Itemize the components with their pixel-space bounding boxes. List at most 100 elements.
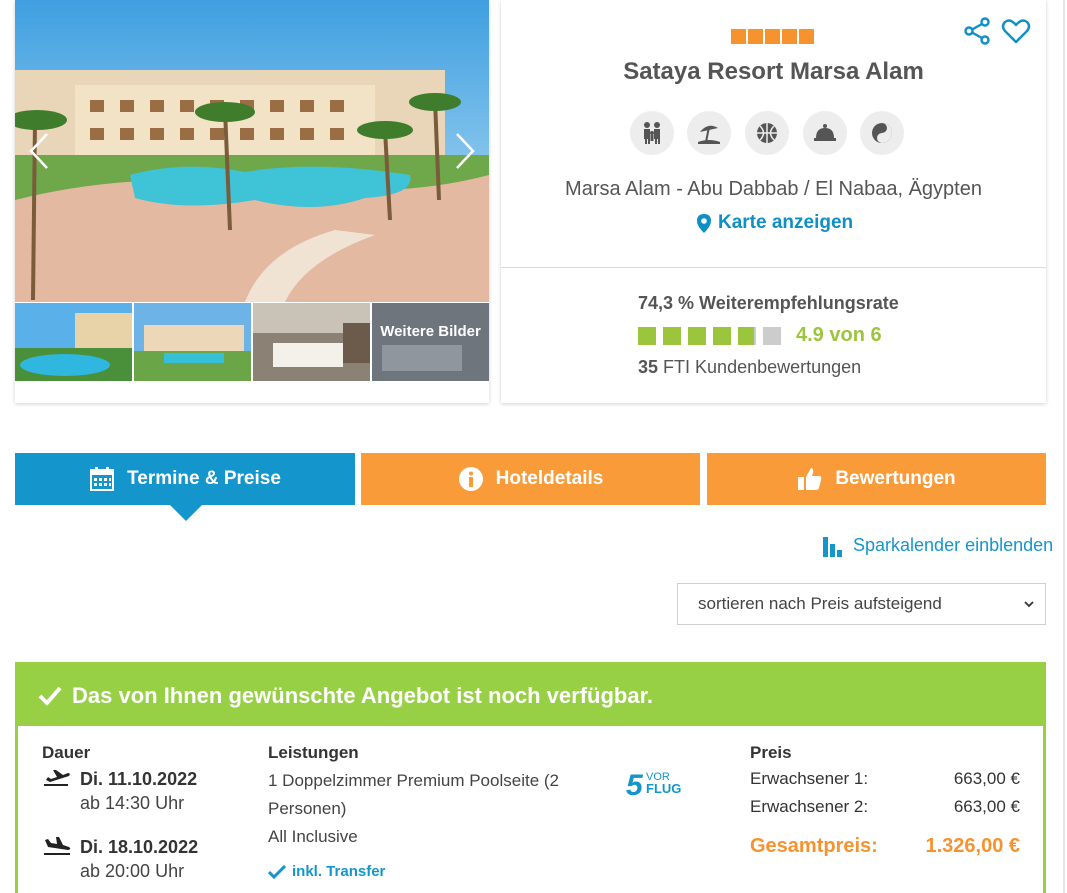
outbound-time: ab 14:30 Uhr <box>80 793 185 813</box>
thumbnail-strip: Weitere Bilder <box>15 303 489 381</box>
tab-reviews-label: Bewertungen <box>835 468 956 489</box>
sports-ball-icon <box>757 123 777 143</box>
rating-score: 4.9 von 6 <box>796 324 882 346</box>
hotel-star-icon <box>799 29 814 44</box>
amenity-sports <box>745 111 789 155</box>
tab-hotel-details-label: Hoteldetails <box>495 468 604 489</box>
info-icon <box>458 467 483 491</box>
return-date: Di. 18.10.2022 <box>80 837 199 857</box>
info-divider <box>501 267 1046 268</box>
sort-selected-value: sortieren nach Preis aufsteigend <box>698 594 942 613</box>
services-list: 1 Doppelzimmer Premium Poolseite (2 Pers… <box>268 767 588 851</box>
main-hotel-photo[interactable] <box>15 0 489 302</box>
early-booking-badge: 5 VOR FLUG <box>626 769 681 801</box>
price-header: Preis <box>750 743 792 762</box>
price-adult-1-label: Erwachsener 1: <box>750 769 869 788</box>
rating-box <box>663 326 681 345</box>
return-flight: Di. 18.10.2022 ab 20:00 Uhr <box>42 835 198 883</box>
amenity-wellness <box>860 111 904 155</box>
amenity-family <box>630 111 674 155</box>
review-count-label: FTI Kundenbewertungen <box>663 357 862 377</box>
offer-box: Das von Ihnen gewünschte Angebot ist noc… <box>15 662 1046 893</box>
availability-text: Das von Ihnen gewünschte Angebot ist noc… <box>72 682 654 708</box>
price-adult-1-amount: 663,00 € <box>953 769 1020 788</box>
total-price-label: Gesamtpreis: <box>750 835 878 857</box>
board-type: All Inclusive <box>268 827 358 846</box>
restaurant-cloche-icon <box>814 124 836 141</box>
thumbnail-room[interactable] <box>253 303 370 381</box>
price-adult-1: Erwachsener 1: 663,00 € <box>750 769 1020 789</box>
savings-calendar-link[interactable]: Sparkalender einblenden <box>822 533 1053 557</box>
hotel-stars <box>731 29 814 44</box>
price-adult-2-label: Erwachsener 2: <box>750 797 869 816</box>
active-tab-indicator <box>170 505 202 521</box>
page-edge-divider <box>1063 0 1065 893</box>
amenity-beach <box>687 111 731 155</box>
tab-dates-prices[interactable]: Termine & Preise <box>15 453 355 505</box>
price-adult-2-amount: 663,00 € <box>953 797 1020 816</box>
price-adult-2: Erwachsener 2: 663,00 € <box>750 797 1020 817</box>
rating-box <box>763 326 781 345</box>
tab-reviews[interactable]: Bewertungen <box>707 453 1046 505</box>
room-type: 1 Doppelzimmer Premium Poolseite (2 Pers… <box>268 771 559 818</box>
duration-header: Dauer <box>42 743 91 762</box>
checkmark-icon <box>268 864 286 879</box>
hotel-star-icon <box>782 29 797 44</box>
rating-box <box>738 326 756 345</box>
chevron-right-icon <box>456 133 475 169</box>
services-header: Leistungen <box>268 743 359 762</box>
hotel-name: Sataya Resort Marsa Alam <box>623 58 924 85</box>
hotel-info-card: Sataya Resort Marsa Alam Marsa Alam - Ab… <box>501 0 1046 403</box>
hotel-star-icon <box>748 29 763 44</box>
gallery-prev-button[interactable] <box>25 128 55 174</box>
thumbnail-resort[interactable] <box>134 303 251 381</box>
total-price-amount: 1.326,00 € <box>925 835 1020 857</box>
sort-select[interactable]: sortieren nach Preis aufsteigend <box>677 583 1046 625</box>
tab-dates-prices-label: Termine & Preise <box>127 468 281 489</box>
transfer-included: inkl. Transfer <box>268 863 385 880</box>
badge-line2: FLUG <box>646 781 681 796</box>
gallery-next-button[interactable] <box>449 128 479 174</box>
heart-icon[interactable] <box>1001 17 1031 45</box>
return-time: ab 20:00 Uhr <box>80 861 185 881</box>
family-icon <box>644 122 660 144</box>
thumbnail-more-images[interactable]: Weitere Bilder <box>372 303 489 381</box>
plane-arrival-icon <box>44 837 71 855</box>
outbound-flight: Di. 11.10.2022 ab 14:30 Uhr <box>42 767 197 815</box>
chevron-left-icon <box>29 133 48 169</box>
more-images-label: Weitere Bilder <box>380 323 481 340</box>
review-count-number: 35 <box>638 357 659 377</box>
transfer-label: inkl. Transfer <box>292 863 386 880</box>
share-icon[interactable] <box>963 17 991 45</box>
rating-box <box>638 326 656 345</box>
plane-departure-icon <box>44 770 70 786</box>
photo-gallery: Weitere Bilder <box>15 0 489 403</box>
thumbnail-pool[interactable] <box>15 303 132 381</box>
hotel-star-icon <box>731 29 746 44</box>
recommendation-rate: 74,3 % Weiterempfehlungsrate <box>638 293 899 313</box>
badge-number: 5 <box>626 769 644 801</box>
review-count[interactable]: 35 FTI Kundenbewertungen <box>638 357 861 378</box>
wellness-icon <box>872 123 892 143</box>
show-map-label: Karte anzeigen <box>718 212 854 233</box>
hotel-star-icon <box>765 29 780 44</box>
availability-banner: Das von Ihnen gewünschte Angebot ist noc… <box>18 665 1043 726</box>
chevron-down-icon <box>1024 601 1034 608</box>
beach-icon <box>698 125 720 144</box>
bar-chart-icon <box>823 537 842 557</box>
rating-boxes <box>638 326 788 345</box>
outbound-date: Di. 11.10.2022 <box>80 769 198 789</box>
amenity-restaurant <box>803 111 847 155</box>
checkmark-icon <box>38 686 62 706</box>
rating-box <box>713 326 731 345</box>
tab-hotel-details[interactable]: Hoteldetails <box>361 453 700 505</box>
savings-calendar-label: Sparkalender einblenden <box>853 534 1054 555</box>
total-price: Gesamtpreis: 1.326,00 € <box>750 835 1020 858</box>
rating-row: 4.9 von 6 <box>638 324 882 347</box>
map-pin-icon <box>697 213 711 233</box>
thumbs-up-icon <box>798 468 822 490</box>
show-map-link[interactable]: Karte anzeigen <box>696 212 853 234</box>
hotel-location: Marsa Alam - Abu Dabbab / El Nabaa, Ägyp… <box>565 178 982 200</box>
rating-box <box>688 326 706 345</box>
calendar-icon <box>90 467 115 491</box>
